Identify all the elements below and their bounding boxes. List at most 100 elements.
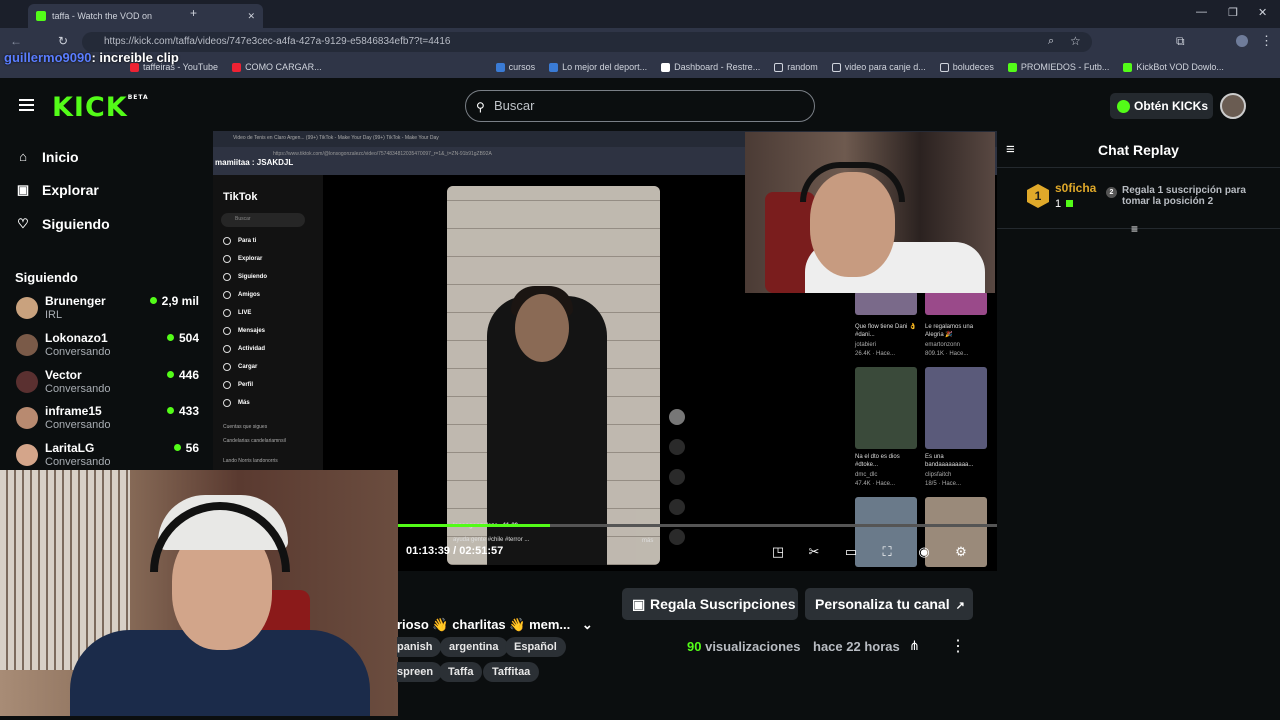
channel-item[interactable]: inframe15 Conversando 433 [16, 404, 206, 440]
thumb-title: Na el dto es dios #dtoke... [855, 454, 900, 468]
tiktok-accounts-title: Cuentas que sigues [223, 424, 268, 430]
sidebar-item-siguiendo[interactable]: ♡ Siguiendo [16, 216, 110, 232]
tiktok-logo: TikTok [223, 191, 258, 203]
customize-channel-button[interactable]: Personaliza tu canal ↗ [805, 588, 973, 620]
bookmark-folder[interactable]: video para canje d... [831, 62, 926, 72]
tag[interactable]: Taffa [439, 662, 483, 682]
tiktok-more-link: más [642, 538, 654, 544]
tiktok-menu-item: Siguiendo [223, 273, 267, 281]
following-section-title: Siguiendo [15, 270, 78, 285]
tiktok-related-grid: Que flow tiene Dani 👌 #dani... Le regala… [853, 291, 993, 571]
search-input[interactable]: ⚲ Buscar [465, 90, 815, 122]
tag[interactable]: spreen [397, 662, 443, 682]
time-display: 01:13:39 / 02:51:57 [406, 545, 504, 557]
heart-icon: ♡ [17, 216, 29, 231]
thumb-likes: 26.4K · Hace... [855, 351, 896, 357]
avatar [16, 371, 38, 393]
avatar [16, 407, 38, 429]
sidebar-item-explorar[interactable]: ▣ Explorar [16, 182, 99, 198]
miniplayer-icon[interactable]: ◳ [770, 544, 786, 560]
thumb-user: clipsfaitch [925, 472, 952, 478]
gift-icon: ▣ [632, 596, 646, 612]
sidebar-item-inicio[interactable]: ⌂ Inicio [16, 149, 79, 165]
profile-icon[interactable] [1236, 35, 1248, 47]
close-icon[interactable]: ✕ [247, 11, 255, 22]
top-gifter-count: 1 [1055, 198, 1062, 210]
extensions-icon[interactable]: ⧉ [1176, 34, 1185, 49]
avatar [16, 444, 38, 466]
tag[interactable]: Taffitaa [483, 662, 540, 682]
bookmark-folder[interactable]: random [774, 62, 818, 72]
more-options-icon[interactable]: ⋮ [950, 636, 966, 656]
search-icon: ⚲ [476, 100, 485, 114]
view-count: 90 visualizaciones [687, 639, 801, 654]
video-progress-bar[interactable] [398, 524, 997, 527]
star-icon[interactable]: ☆ [1070, 34, 1081, 48]
tiktok-search: Buscar [221, 213, 305, 227]
published-time: hace 22 horas [813, 639, 900, 654]
chat-title: Chat Replay [1098, 142, 1179, 158]
chevron-down-icon[interactable]: ⌄ [582, 617, 593, 632]
chat-header: ≡ Chat Replay [997, 132, 1280, 168]
channel-item[interactable]: Brunenger IRL 2,9 mil [16, 294, 206, 330]
thumb-user: emartonzonn [925, 342, 961, 348]
hamburger-menu-icon[interactable] [19, 99, 34, 111]
new-tab-button[interactable]: + [190, 6, 197, 20]
zoom-icon[interactable]: ⌕ [1048, 35, 1054, 48]
bookmark[interactable]: KickBot VOD Dowlo... [1123, 62, 1224, 72]
gift-position-hint[interactable]: 2 Regala 1 suscripción para tomar la posi… [1106, 185, 1256, 207]
bookmark-folder[interactable]: boludeces [939, 62, 994, 72]
thumb-title: Es una bandaaaaaaaaa... [925, 454, 974, 468]
clip-icon[interactable]: ✂ [806, 544, 822, 560]
bookmark[interactable]: Dashboard - Restre... [661, 62, 760, 72]
playback-speed-icon[interactable]: ◉ [916, 544, 932, 560]
channel-item[interactable]: Lokonazo1 Conversando 504 [16, 331, 206, 367]
back-icon[interactable]: ← [10, 34, 22, 48]
tag[interactable]: Español [505, 637, 566, 657]
menu-icon[interactable]: ⋮ [1260, 33, 1273, 49]
site-header: KICKBETA ⚲ Buscar Obtén KICKs [0, 78, 1280, 132]
bookmark[interactable]: Lo mejor del deport... [549, 62, 647, 72]
browser-tab[interactable]: taffa - Watch the VOD on ✕ [28, 4, 263, 28]
streamer-webcam-top [745, 132, 995, 293]
minimize-button[interactable]: — [1196, 6, 1207, 18]
tiktok-menu-item: Amigos [223, 291, 260, 299]
close-window-button[interactable]: ✕ [1258, 6, 1267, 19]
thumb-title: Que flow tiene Dani 👌 #dani... [855, 324, 917, 338]
progress-fill [398, 524, 551, 527]
tiktok-menu-item: Perfil [223, 381, 253, 389]
tiktok-video-frame [447, 186, 660, 565]
reload-icon[interactable]: ↻ [58, 34, 68, 48]
maximize-button[interactable]: ❐ [1228, 6, 1238, 19]
gift-subs-button[interactable]: ▣ Regala Suscripciones [622, 588, 798, 620]
streamer-webcam-bottom [0, 470, 398, 716]
home-icon: ⌂ [19, 149, 27, 164]
fullscreen-icon[interactable]: ⛶ [879, 544, 895, 560]
tiktok-menu-item: Actividad [223, 345, 265, 353]
tiktok-menu-item: Más [223, 399, 250, 407]
get-kicks-button[interactable]: Obtén KICKs [1110, 93, 1213, 119]
tag[interactable]: argentina [440, 637, 508, 657]
tiktok-account: Lando Norris landonorris [223, 458, 278, 464]
channel-item[interactable]: Vector Conversando 446 [16, 368, 206, 404]
url-field[interactable]: https://kick.com/taffa/videos/747e3cec-a… [82, 32, 1092, 52]
settings-gear-icon[interactable]: ⚙ [953, 544, 969, 560]
tag[interactable]: panish [397, 637, 442, 657]
thumb-user: dmc_dlc [855, 472, 878, 478]
sidebar: ⌂ Inicio ▣ Explorar ♡ Siguiendo Siguiendo B… [0, 132, 212, 472]
thumb-title: Le regalamos una Alegria 🎉 [925, 324, 974, 338]
inner-overlay-chat: mamiitaa : JSAKDJL [215, 158, 294, 167]
bookmark[interactable]: cursos [495, 62, 535, 72]
rank-2-badge: 2 [1106, 187, 1117, 198]
thumb-likes: 809.1K · Hace... [925, 351, 969, 357]
bookmark[interactable]: PROMIEDOS - Futb... [1007, 62, 1109, 72]
user-avatar[interactable] [1220, 93, 1246, 119]
divider [997, 228, 1280, 229]
browser-tabbar: taffa - Watch the VOD on ✕ + — ❐ ✕ [0, 0, 1280, 28]
share-icon[interactable]: ⋔ [909, 638, 920, 654]
bookmark[interactable]: COMO CARGAR... [232, 62, 322, 72]
theater-mode-icon[interactable]: ▭ [843, 544, 859, 560]
filter-icon[interactable]: ≡ [1131, 222, 1138, 236]
kick-logo[interactable]: KICKBETA [52, 92, 149, 123]
top-gifter-name[interactable]: s0ficha [1055, 181, 1096, 195]
